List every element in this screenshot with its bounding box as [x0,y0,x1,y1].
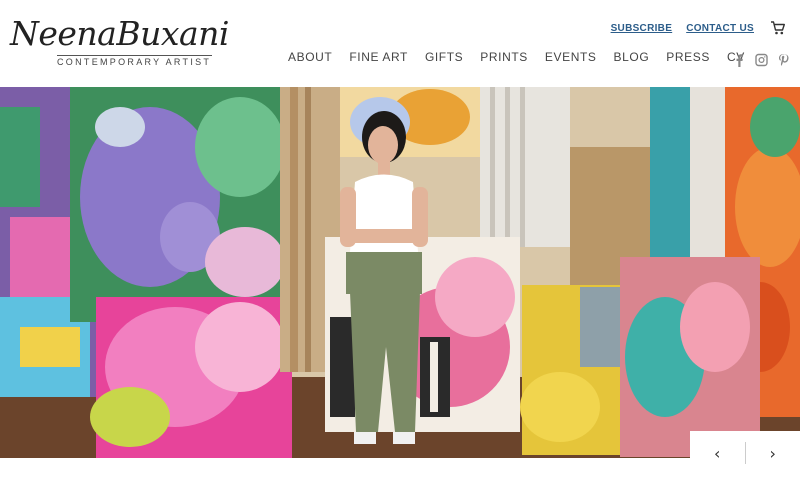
cart-icon[interactable] [770,20,786,36]
nav-about[interactable]: ABOUT [288,50,332,64]
nav-press[interactable]: PRESS [666,50,710,64]
facebook-icon[interactable] [733,53,746,67]
nav-blog[interactable]: BLOG [614,50,650,64]
slider-prev-button[interactable]: ‹ [690,431,745,475]
instagram-icon[interactable] [755,53,768,67]
logo-tagline: CONTEMPORARY ARTIST [57,57,212,67]
site-header: NeenaBuxani CONTEMPORARY ARTIST SUBSCRIB… [0,0,800,87]
utility-nav: SUBSCRIBE CONTACT US [611,18,786,38]
logo-wordmark: NeenaBuxani [10,14,229,53]
nav-events[interactable]: EVENTS [545,50,597,64]
main-nav: ABOUT FINE ART GIFTS PRINTS EVENTS BLOG … [288,50,745,64]
contact-us-link[interactable]: CONTACT US [686,23,754,34]
nav-fine-art[interactable]: FINE ART [349,50,408,64]
subscribe-link[interactable]: SUBSCRIBE [611,23,673,34]
site-logo[interactable]: NeenaBuxani CONTEMPORARY ARTIST [10,14,229,72]
social-links [733,53,790,67]
page-bottom-strip [0,458,800,480]
hero-image [0,87,800,458]
hero-slideshow[interactable] [0,87,800,458]
slider-controls: ‹ › [690,431,800,475]
nav-gifts[interactable]: GIFTS [425,50,463,64]
pinterest-icon[interactable] [777,53,790,67]
nav-prints[interactable]: PRINTS [480,50,528,64]
slider-next-button[interactable]: › [746,431,800,475]
logo-divider [57,55,212,56]
